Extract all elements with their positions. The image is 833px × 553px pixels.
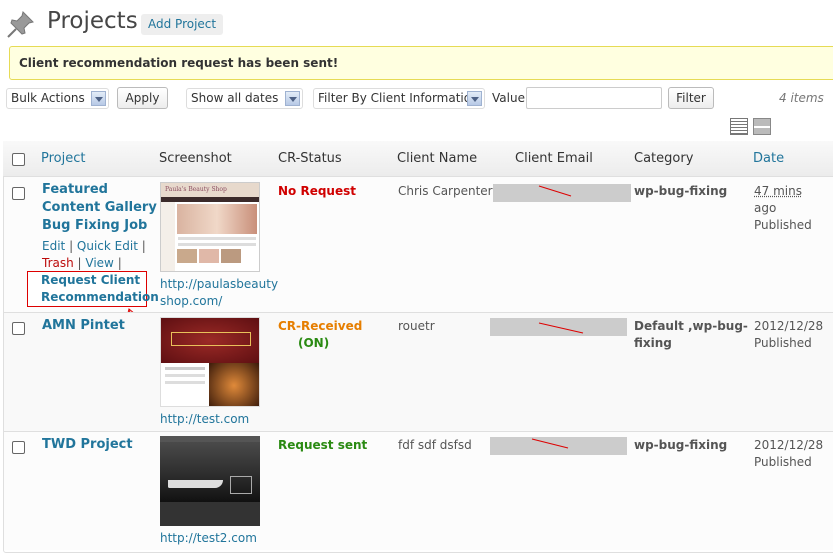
publish-status: Published	[754, 336, 812, 350]
category: wp-bug-fixing	[634, 184, 728, 198]
screenshot-thumbnail[interactable]: Paula's Beauty Shop	[160, 182, 260, 272]
date-cell: 2012/12/28 Published	[754, 318, 823, 352]
project-title-line: Content Gallery	[42, 200, 157, 215]
red-mark-annotation	[531, 438, 569, 449]
dates-select[interactable]: Show all dates	[186, 88, 303, 109]
column-project[interactable]: Project	[41, 151, 85, 166]
value-label: Value:	[492, 91, 529, 105]
bulk-actions-select[interactable]: Bulk Actions	[6, 88, 109, 109]
client-filter-select[interactable]: Filter By Client Information	[313, 88, 485, 109]
chevron-down-icon	[285, 91, 300, 106]
row-checkbox[interactable]	[12, 441, 25, 454]
filter-button[interactable]: Filter	[668, 87, 714, 109]
url-line: shop.com/	[160, 294, 223, 308]
screenshot-thumbnail[interactable]	[160, 317, 260, 407]
cr-status: Request sent	[278, 438, 368, 452]
project-title-line: Featured	[42, 182, 108, 197]
client-name: fdf sdf dsfsd	[398, 438, 472, 452]
client-filter-value: Filter By Client Information	[318, 91, 479, 105]
project-title-link[interactable]: AMN Pintet	[42, 317, 125, 335]
category: Default ,wp-bug- fixing	[634, 318, 748, 352]
project-title-line: Bug Fixing Job	[42, 218, 148, 233]
client-name: Chris Carpenter	[398, 184, 493, 198]
thumb-caption: Paula's Beauty Shop	[161, 183, 259, 197]
page-title: Projects	[47, 8, 138, 34]
quick-edit-link[interactable]: Quick Edit	[77, 239, 138, 253]
cr-status: No Request	[278, 184, 356, 198]
row-actions-2: Trash | View |	[42, 256, 122, 270]
project-title-link[interactable]: TWD Project	[42, 436, 133, 454]
chevron-down-icon	[467, 91, 482, 106]
client-name: rouetr	[398, 319, 435, 333]
category-line: Default ,wp-bug-	[634, 319, 748, 333]
value-input[interactable]	[526, 87, 662, 109]
red-mark-annotation	[538, 185, 572, 197]
date-cell: 2012/12/28 Published	[754, 437, 823, 471]
list-view-icon[interactable]	[730, 118, 748, 135]
category: wp-bug-fixing	[634, 438, 728, 452]
cr-status: CR-Received	[278, 319, 363, 333]
screenshot-url-link[interactable]: http://test2.com	[160, 530, 257, 547]
column-screenshot: Screenshot	[159, 151, 232, 166]
project-title-link[interactable]: Featured Content Gallery Bug Fixing Job	[42, 181, 157, 235]
bulk-actions-value: Bulk Actions	[11, 91, 85, 105]
chevron-down-icon	[91, 91, 106, 106]
edit-link[interactable]: Edit	[42, 239, 65, 253]
column-client-email: Client Email	[515, 151, 593, 166]
request-client-recommendation-link[interactable]: Request Client Recommendation	[41, 272, 159, 306]
red-mark-annotation	[538, 322, 584, 334]
select-all-checkbox[interactable]	[12, 153, 25, 166]
trash-link[interactable]: Trash	[42, 256, 74, 270]
screenshot-url-link[interactable]: http://test.com	[160, 411, 249, 428]
apply-button[interactable]: Apply	[117, 87, 168, 109]
date-relative: 47 mins	[754, 184, 802, 198]
dates-value: Show all dates	[191, 91, 279, 105]
request-line: Recommendation	[41, 290, 159, 304]
column-category: Category	[634, 151, 694, 166]
success-notice: Client recommendation request has been s…	[9, 46, 833, 80]
screenshot-url-link[interactable]: http://paulasbeauty shop.com/	[160, 276, 278, 310]
row-checkbox[interactable]	[12, 187, 25, 200]
screenshot-thumbnail[interactable]	[160, 436, 260, 526]
url-line: http://paulasbeauty	[160, 277, 279, 291]
category-line: fixing	[634, 336, 672, 350]
column-client-name: Client Name	[397, 151, 478, 166]
date-value: 2012/12/28	[754, 319, 824, 333]
add-project-button[interactable]: Add Project	[141, 14, 224, 35]
cr-status-sub: (ON)	[298, 336, 330, 350]
column-cr-status: CR-Status	[278, 151, 342, 166]
excerpt-view-icon[interactable]	[753, 118, 771, 135]
publish-status: Published	[754, 455, 812, 469]
date-relative-2: ago	[754, 201, 777, 215]
date-cell: 47 mins ago Published	[754, 183, 812, 234]
publish-status: Published	[754, 218, 812, 232]
pushpin-icon	[7, 11, 34, 38]
request-line: Request Client	[41, 273, 141, 287]
view-link[interactable]: View	[85, 256, 113, 270]
items-count: 4 items	[779, 91, 824, 105]
date-value: 2012/12/28	[754, 438, 824, 452]
row-checkbox[interactable]	[12, 322, 25, 335]
column-date[interactable]: Date	[753, 151, 784, 166]
row-actions: Edit | Quick Edit |	[42, 239, 146, 253]
